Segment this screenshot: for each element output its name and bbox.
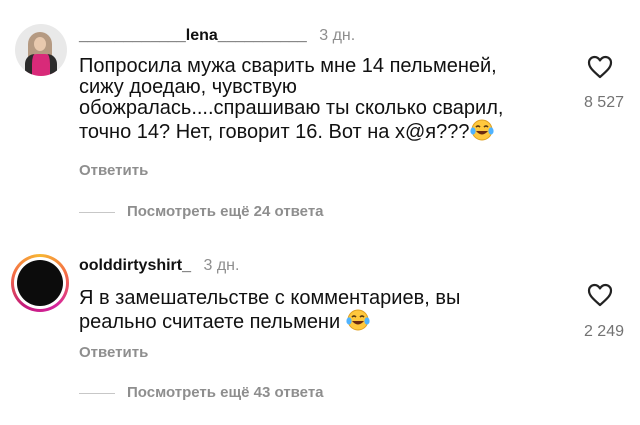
- view-replies-label: Посмотреть ещё 43 ответа: [127, 384, 324, 401]
- heart-outline-icon[interactable]: [587, 55, 613, 79]
- comment-header: oolddirtyshirt_ 3 дн.: [79, 257, 239, 275]
- username[interactable]: oolddirtyshirt_: [79, 257, 191, 274]
- view-replies-label: Посмотреть ещё 24 ответа: [127, 203, 324, 220]
- view-replies-button[interactable]: Посмотреть ещё 24 ответа: [79, 203, 324, 220]
- divider: [79, 211, 115, 213]
- reply-button[interactable]: Ответить: [79, 344, 148, 361]
- divider: [79, 392, 115, 394]
- comment-line: точно 14? Нет, говорит 16. Вот на х@я???: [79, 121, 470, 143]
- comment-line: реально считаете пельмени: [79, 311, 341, 333]
- laughing-tears-emoji-icon: [469, 119, 494, 146]
- laughing-tears-emoji-icon: [346, 309, 370, 336]
- comment-line: Я в замешательстве с комментариев, вы: [79, 287, 461, 309]
- comment-line: обожралась....спрашиваю ты сколько свари…: [79, 97, 504, 119]
- view-replies-button[interactable]: Посмотреть ещё 43 ответа: [79, 384, 324, 401]
- like-count: 2 249: [583, 323, 624, 340]
- reply-button[interactable]: Ответить: [79, 162, 148, 179]
- like-count: 8 527: [583, 94, 624, 111]
- comment-text: Я в замешательстве с комментариев, вы ре…: [79, 288, 460, 336]
- comment-line: сижу доедаю, чувствую: [79, 76, 297, 98]
- timestamp: 3 дн.: [319, 27, 356, 44]
- timestamp: 3 дн.: [203, 257, 240, 274]
- comment-header: ____________lena__________ 3 дн.: [79, 27, 355, 45]
- avatar[interactable]: [15, 24, 67, 76]
- username[interactable]: ____________lena__________: [79, 27, 307, 44]
- comment-line: Попросила мужа сварить мне 14 пельменей,: [79, 55, 497, 77]
- heart-outline-icon[interactable]: [587, 283, 613, 307]
- comment-text: Попросила мужа сварить мне 14 пельменей,…: [79, 56, 503, 146]
- avatar-story-ring[interactable]: [11, 254, 69, 312]
